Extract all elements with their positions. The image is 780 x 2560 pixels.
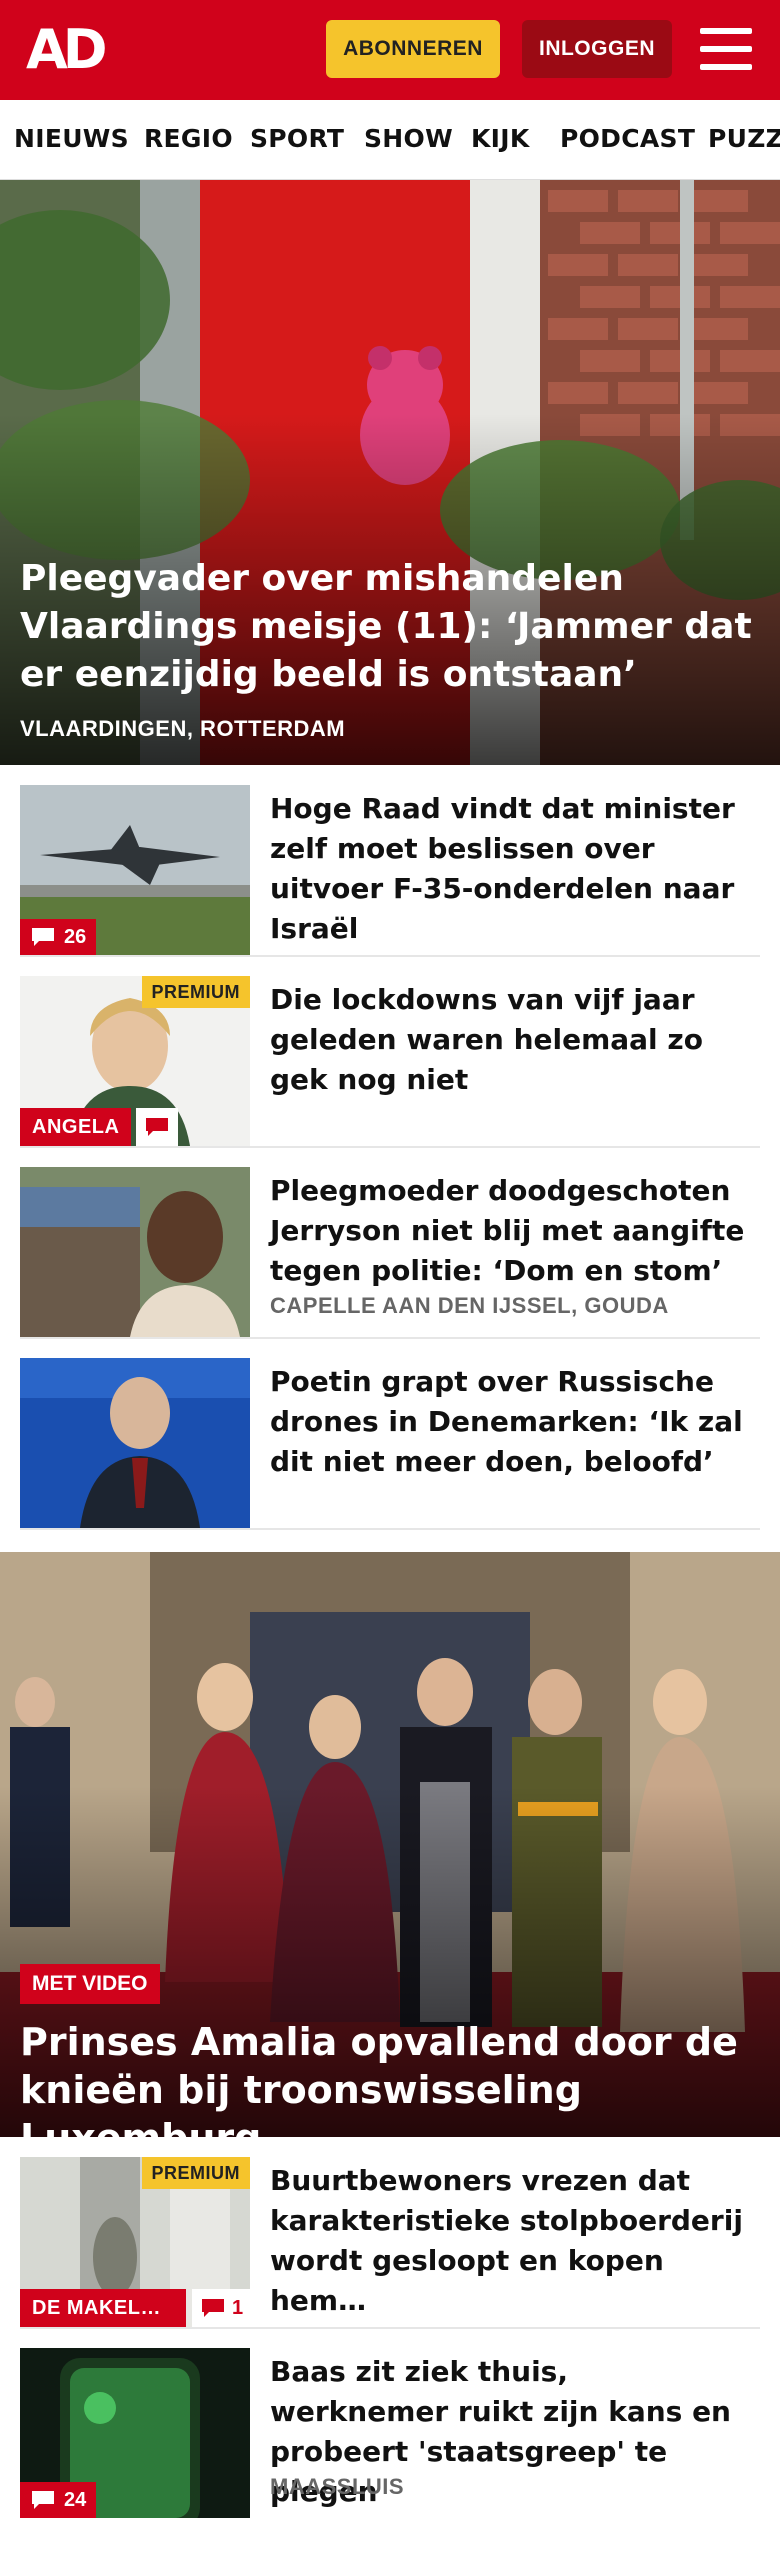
nav-item-show[interactable]: SHOW bbox=[364, 124, 453, 153]
foster-mother-photo bbox=[20, 1167, 250, 1337]
comment-count-badge[interactable]: 26 bbox=[20, 919, 97, 955]
comment-count-badge[interactable]: 1 bbox=[192, 2289, 250, 2327]
article-item[interactable]: PREMIUM DE MAKEL… 1 Buurtbewoners vrezen… bbox=[20, 2157, 760, 2329]
article-location: CAPELLE AAN DEN IJSSEL, GOUDA bbox=[270, 1293, 669, 1318]
series-label[interactable]: DE MAKEL… bbox=[20, 2289, 186, 2327]
nav-item-regio[interactable]: REGIO bbox=[144, 124, 233, 153]
comment-count: 26 bbox=[64, 926, 87, 948]
comment-icon bbox=[32, 928, 54, 946]
article-item[interactable]: Poetin grapt over Russische drones in De… bbox=[20, 1358, 760, 1530]
article-thumbnail: 24 bbox=[20, 2348, 250, 2518]
comment-icon bbox=[146, 1118, 168, 1136]
nav-item-puzzels[interactable]: PUZZ bbox=[708, 124, 780, 153]
featured-video-article[interactable]: MET VIDEO Prinses Amalia opvallend door … bbox=[0, 1552, 780, 2137]
hero-headline[interactable]: Prinses Amalia opvallend door de knieën … bbox=[20, 2018, 780, 2137]
comment-count: 24 bbox=[64, 2489, 87, 2511]
nav-item-kijk[interactable]: KIJK bbox=[471, 124, 530, 153]
article-headline[interactable]: Die lockdowns van vijf jaar geleden ware… bbox=[270, 980, 750, 1100]
ad-logo[interactable]: AD bbox=[26, 23, 116, 77]
section-nav: NIEUWS REGIO SPORT SHOW KIJK PODCAST PUZ… bbox=[0, 100, 780, 180]
article-item[interactable]: Pleegmoeder doodgeschoten Jerryson niet … bbox=[20, 1167, 760, 1339]
comment-count-badge[interactable]: 24 bbox=[20, 2482, 97, 2518]
subscribe-button[interactable]: ABONNEREN bbox=[326, 20, 500, 78]
article-item[interactable]: PREMIUM ANGELA Die lockdowns van vijf ja… bbox=[20, 976, 760, 1148]
hero-headline[interactable]: Pleegvader over mishandelen Vlaardings m… bbox=[20, 555, 770, 699]
comment-icon bbox=[202, 2299, 224, 2317]
premium-badge: PREMIUM bbox=[141, 2157, 250, 2189]
nav-item-podcast[interactable]: PODCAST bbox=[560, 124, 695, 153]
comment-badge[interactable] bbox=[136, 1108, 178, 1146]
article-headline[interactable]: Poetin grapt over Russische drones in De… bbox=[270, 1362, 750, 1482]
nav-item-nieuws[interactable]: NIEUWS bbox=[14, 124, 129, 153]
hero-article[interactable]: Pleegvader over mishandelen Vlaardings m… bbox=[0, 180, 780, 765]
article-item[interactable]: 26 Hoge Raad vindt dat minister zelf moe… bbox=[20, 785, 760, 957]
article-headline[interactable]: Pleegmoeder doodgeschoten Jerryson niet … bbox=[270, 1171, 750, 1291]
nav-item-sport[interactable]: SPORT bbox=[250, 124, 344, 153]
login-button[interactable]: INLOGGEN bbox=[522, 20, 672, 78]
article-thumbnail: PREMIUM ANGELA bbox=[20, 976, 250, 1146]
article-location: MAASSLUIS bbox=[270, 2474, 405, 2499]
article-thumbnail: 26 bbox=[20, 785, 250, 955]
article-headline[interactable]: Buurtbewoners vrezen dat karakteristieke… bbox=[270, 2161, 750, 2321]
columnist-label[interactable]: ANGELA bbox=[20, 1108, 132, 1146]
top-header: AD ABONNEREN INLOGGEN bbox=[0, 0, 780, 100]
comment-count: 1 bbox=[232, 2297, 244, 2319]
premium-badge: PREMIUM bbox=[141, 976, 250, 1008]
article-thumbnail bbox=[20, 1358, 250, 1528]
article-headline[interactable]: Hoge Raad vindt dat minister zelf moet b… bbox=[270, 789, 750, 949]
article-thumbnail: PREMIUM DE MAKEL… 1 bbox=[20, 2157, 250, 2327]
hero-location: VLAARDINGEN, ROTTERDAM bbox=[20, 716, 346, 741]
hamburger-menu-icon[interactable] bbox=[700, 28, 752, 70]
article-thumbnail bbox=[20, 1167, 250, 1337]
comment-icon bbox=[32, 2491, 54, 2509]
article-item[interactable]: 24 Baas zit ziek thuis, werknemer ruikt … bbox=[20, 2348, 760, 2520]
video-tag: MET VIDEO bbox=[20, 1964, 160, 2004]
putin-photo bbox=[20, 1358, 250, 1528]
